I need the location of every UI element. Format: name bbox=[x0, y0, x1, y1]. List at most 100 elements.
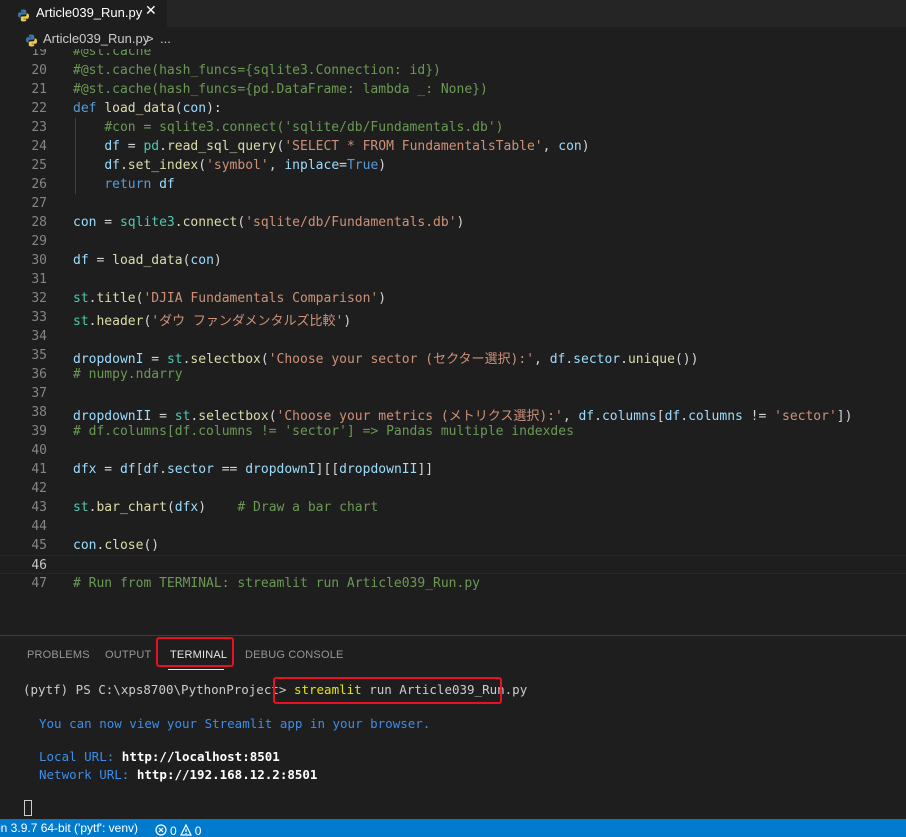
line-number: 38 bbox=[31, 405, 47, 420]
code-token: True bbox=[346, 158, 379, 173]
code-line[interactable]: 38 dropdownII = st.selectbox('Choose your… bbox=[0, 403, 906, 424]
code-token: def bbox=[73, 101, 97, 116]
code-token: df bbox=[159, 177, 175, 192]
tab-output[interactable]: OUTPUT bbox=[105, 649, 151, 661]
tab-label: Article039_Run.py bbox=[36, 5, 143, 20]
bottom-panel: PROBLEMS OUTPUT TERMINAL DEBUG CONSOLE (… bbox=[0, 635, 906, 819]
code-line[interactable]: 43 st.bar_chart(dfx) # Draw a bar chart bbox=[0, 498, 906, 517]
editor-tab-bar: Article039_Run.py ✕ bbox=[0, 0, 906, 27]
code-line[interactable]: 45 con.close() bbox=[0, 536, 906, 555]
code-line[interactable]: 42 bbox=[0, 479, 906, 498]
line-code: #@st.cache(hash_funcs={pd.DataFrame: lam… bbox=[73, 82, 488, 97]
line-number: 40 bbox=[31, 443, 47, 458]
code-token: , bbox=[268, 158, 285, 173]
line-number: 26 bbox=[31, 177, 47, 192]
code-line[interactable]: 39 # df.columns[df.columns != 'sector'] =… bbox=[0, 422, 906, 441]
terminal-local-url-line: Local URL: http://localhost:8501 bbox=[39, 749, 280, 764]
code-line[interactable]: 26 return df bbox=[0, 175, 906, 194]
network-url-label: Network URL: bbox=[39, 767, 130, 782]
code-line[interactable]: 44 bbox=[0, 517, 906, 536]
code-token: load_data bbox=[112, 253, 183, 268]
code-token: ) bbox=[456, 215, 465, 230]
code-line[interactable]: 31 bbox=[0, 270, 906, 289]
line-number: 36 bbox=[31, 367, 47, 382]
tab-debug-console[interactable]: DEBUG CONSOLE bbox=[245, 649, 344, 661]
line-code: def load_data(con): bbox=[73, 101, 222, 116]
line-code: df = load_data(con) bbox=[73, 253, 222, 268]
code-token: title bbox=[96, 291, 136, 306]
python-interpreter-status[interactable]: on 3.9.7 64-bit ('pytf': venv) bbox=[0, 821, 138, 835]
line-number: 29 bbox=[31, 234, 47, 249]
network-url[interactable]: http://192.168.12.2:8501 bbox=[137, 767, 318, 782]
code-line[interactable]: 33 st.header('ダウ ファンダメンタルズ比較') bbox=[0, 308, 906, 329]
code-editor[interactable]: 19 #@st.cache 20 #@st.cache(hash_funcs={sql… bbox=[0, 49, 906, 635]
code-line[interactable]: 27 bbox=[0, 194, 906, 213]
breadcrumb: Article039_Run.py > ... bbox=[0, 27, 906, 49]
code-line[interactable]: 34 bbox=[0, 327, 906, 346]
code-line[interactable]: 20 #@st.cache(hash_funcs={sqlite3.Connect… bbox=[0, 61, 906, 80]
code-token: #con = sqlite3.connect('sqlite/db/Fundam… bbox=[104, 120, 504, 135]
line-code: # df.columns[df.columns != 'sector'] => … bbox=[73, 424, 574, 439]
code-line[interactable]: 25 df.set_index('symbol', inplace=True) bbox=[0, 156, 906, 175]
code-line[interactable]: 30 df = load_data(con) bbox=[0, 251, 906, 270]
code-line[interactable]: 19 #@st.cache bbox=[0, 49, 906, 61]
code-token: dropdownI bbox=[245, 462, 316, 477]
line-number: 34 bbox=[31, 329, 47, 344]
code-token: . bbox=[174, 215, 183, 230]
code-line[interactable]: 46 bbox=[0, 555, 906, 574]
line-number: 37 bbox=[31, 386, 47, 401]
code-token: con bbox=[73, 215, 97, 230]
code-line[interactable]: 29 bbox=[0, 232, 906, 251]
code-token: df bbox=[104, 158, 120, 173]
problems-status[interactable]: 0 0 bbox=[155, 821, 201, 837]
close-icon[interactable]: ✕ bbox=[145, 3, 157, 19]
tab-problems[interactable]: PROBLEMS bbox=[27, 649, 90, 661]
code-line[interactable]: 35 dropdownI = st.selectbox('Choose your … bbox=[0, 346, 906, 367]
code-line[interactable]: 22 def load_data(con): bbox=[0, 99, 906, 118]
code-token: return bbox=[104, 177, 152, 192]
code-token: ) bbox=[213, 253, 222, 268]
code-token: 'symbol' bbox=[206, 158, 269, 173]
code-line[interactable]: 21 #@st.cache(hash_funcs={pd.DataFrame: l… bbox=[0, 80, 906, 99]
code-token: df bbox=[143, 462, 160, 477]
code-line[interactable]: 36 # numpy.ndarry bbox=[0, 365, 906, 384]
code-lines: 19 #@st.cache 20 #@st.cache(hash_funcs={sql… bbox=[0, 49, 906, 593]
code-line[interactable]: 23 #con = sqlite3.connect('sqlite/db/Fun… bbox=[0, 118, 906, 137]
line-number: 32 bbox=[31, 291, 47, 306]
code-token: # numpy.ndarry bbox=[73, 367, 183, 382]
code-token: () bbox=[143, 538, 160, 553]
line-number: 22 bbox=[31, 101, 47, 116]
line-number: 21 bbox=[31, 82, 47, 97]
line-number: 39 bbox=[31, 424, 47, 439]
code-line[interactable]: 47 # Run from TERMINAL: streamlit run Art… bbox=[0, 574, 906, 593]
code-token: ]] bbox=[417, 462, 434, 477]
line-code: #@st.cache bbox=[73, 49, 151, 59]
line-number: 35 bbox=[31, 348, 47, 363]
code-line[interactable]: 41 dfx = df[df.sector == dropdownI][[drop… bbox=[0, 460, 906, 479]
code-token: # df.columns[df.columns != 'sector'] => … bbox=[73, 424, 574, 439]
code-token: ) bbox=[198, 500, 238, 515]
line-number: 28 bbox=[31, 215, 47, 230]
code-line[interactable]: 37 bbox=[0, 384, 906, 403]
code-token: , bbox=[542, 139, 559, 154]
tab-article039-run[interactable]: Article039_Run.py ✕ bbox=[0, 0, 167, 27]
code-line[interactable]: 40 bbox=[0, 441, 906, 460]
line-number: 41 bbox=[31, 462, 47, 477]
local-url[interactable]: http://localhost:8501 bbox=[122, 749, 280, 764]
error-count: 0 bbox=[170, 823, 177, 837]
breadcrumb-more[interactable]: ... bbox=[160, 31, 171, 46]
code-token: = bbox=[96, 462, 120, 477]
line-number: 46 bbox=[31, 558, 47, 573]
code-token: dropdownII bbox=[339, 462, 418, 477]
breadcrumb-file[interactable]: Article039_Run.py bbox=[43, 31, 149, 46]
code-line[interactable]: 28 con = sqlite3.connect('sqlite/db/Funda… bbox=[0, 213, 906, 232]
code-token: . bbox=[119, 158, 128, 173]
line-number: 47 bbox=[31, 576, 47, 591]
code-token: load_data bbox=[104, 101, 175, 116]
line-number: 33 bbox=[31, 310, 47, 325]
error-icon bbox=[155, 821, 167, 837]
code-line[interactable]: 32 st.title('DJIA Fundamentals Comparison… bbox=[0, 289, 906, 308]
code-token: read_sql_query bbox=[166, 139, 277, 154]
line-code: df = pd.read_sql_query('SELECT * FROM Fu… bbox=[73, 139, 589, 154]
code-line[interactable]: 24 df = pd.read_sql_query('SELECT * FROM… bbox=[0, 137, 906, 156]
